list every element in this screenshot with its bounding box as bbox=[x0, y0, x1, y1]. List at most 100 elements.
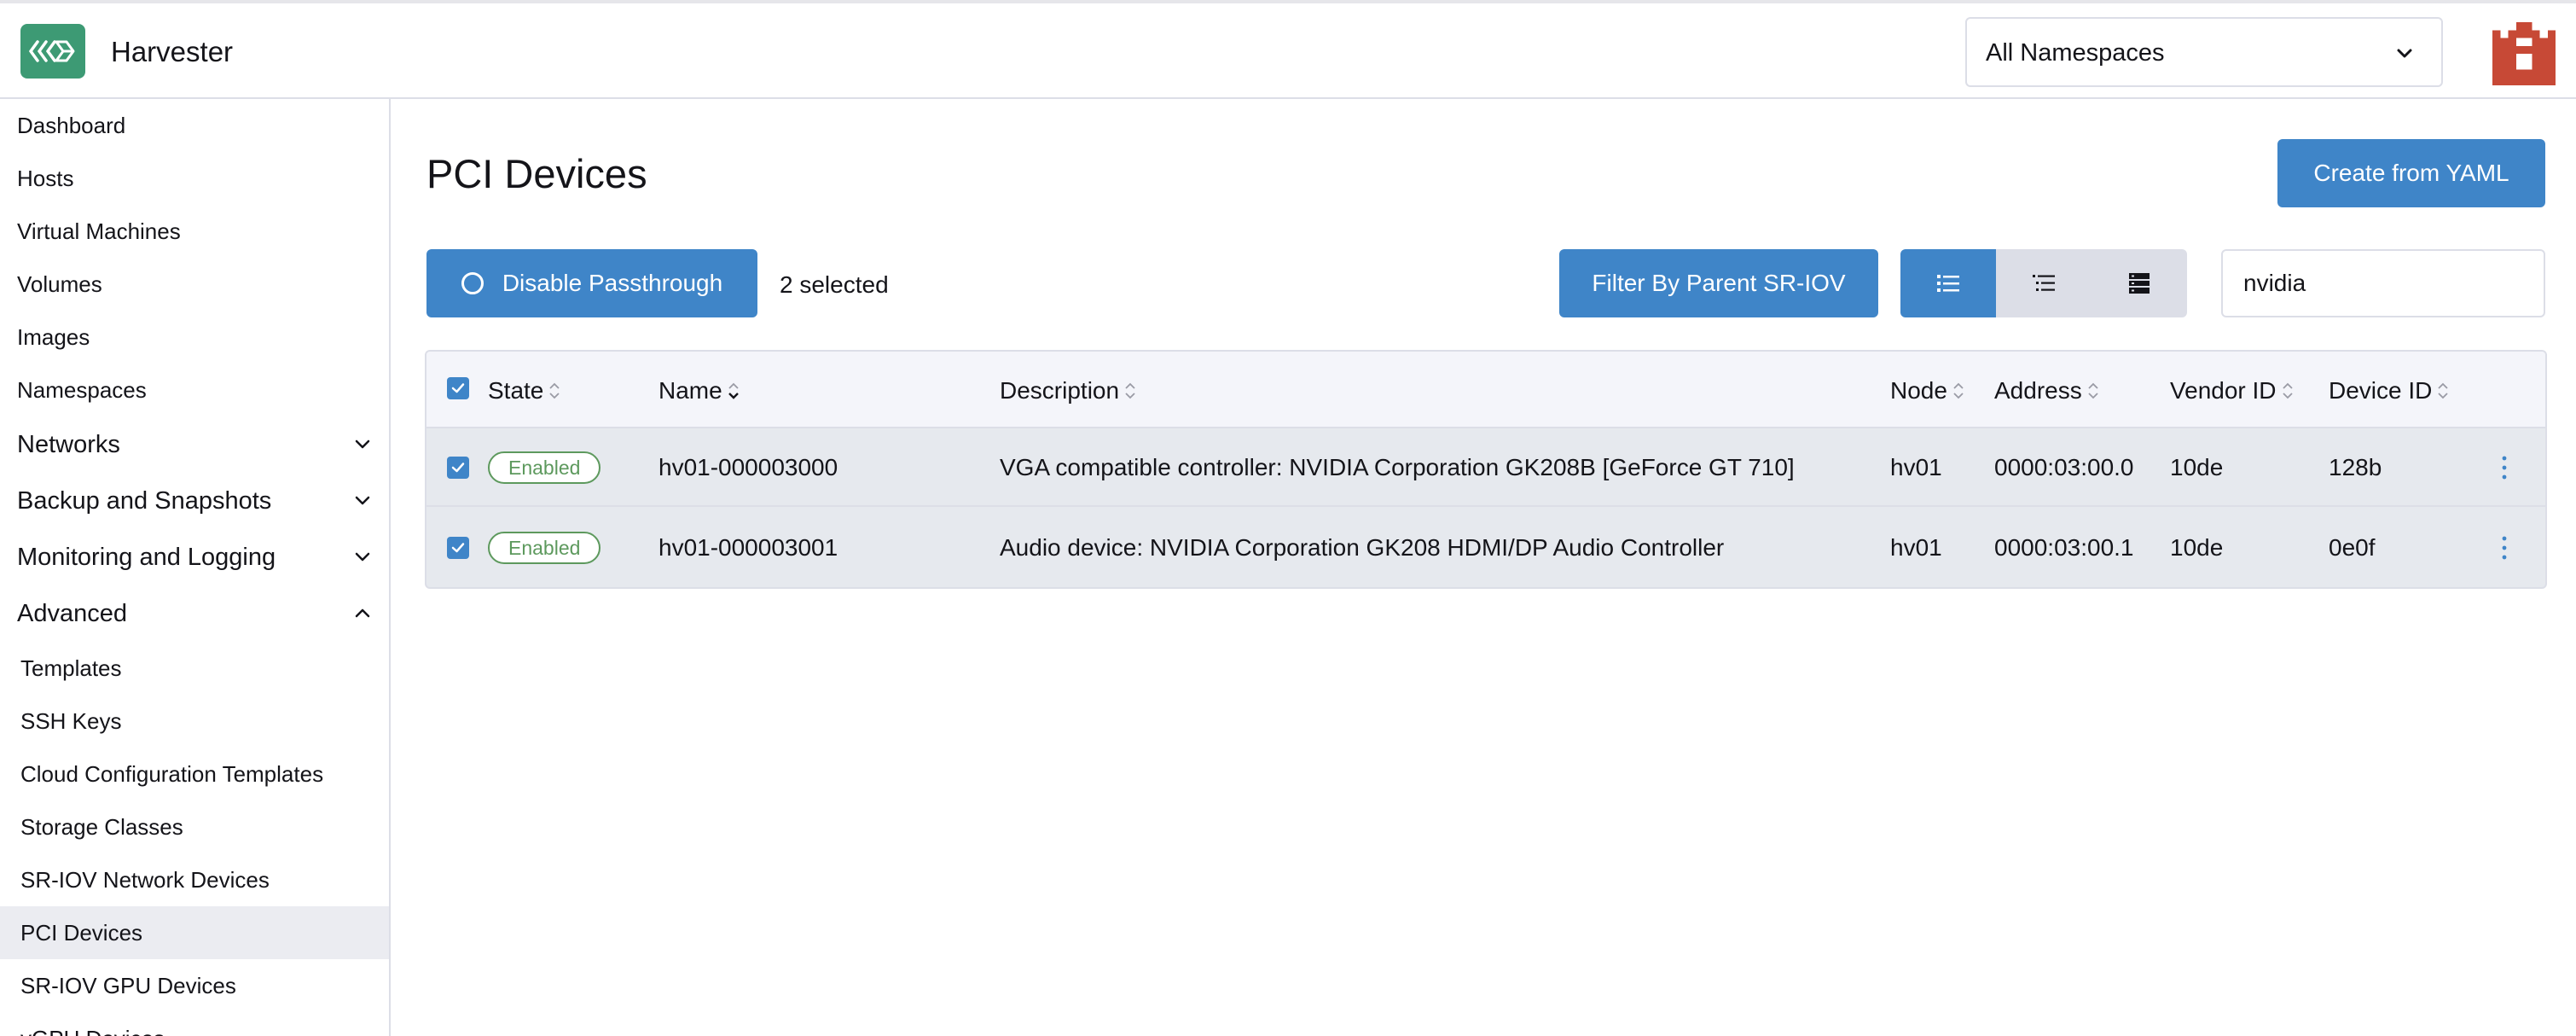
flat-list-view-button[interactable] bbox=[1900, 249, 1996, 317]
check-icon bbox=[451, 543, 465, 553]
device-name[interactable]: hv01-000003000 bbox=[659, 454, 838, 481]
selected-count: 2 selected bbox=[780, 271, 889, 298]
status-badge: Enabled bbox=[488, 532, 601, 564]
column-header-vendor-id[interactable]: Vendor ID bbox=[2170, 377, 2294, 405]
sidebar-group-label: Advanced bbox=[17, 599, 127, 627]
sidebar-item-templates[interactable]: Templates bbox=[0, 642, 389, 695]
sidebar-item-label: SR-IOV Network Devices bbox=[20, 866, 270, 893]
column-header-description[interactable]: Description bbox=[1000, 377, 1136, 405]
disable-passthrough-label: Disable Passthrough bbox=[502, 270, 723, 296]
sort-icon bbox=[1125, 382, 1135, 399]
chevron-down-icon bbox=[355, 552, 370, 562]
sidebar-item-label: PCI Devices bbox=[20, 919, 143, 946]
sort-descending-icon bbox=[728, 382, 739, 399]
device-name[interactable]: hv01-000003001 bbox=[659, 534, 838, 562]
column-header-node[interactable]: Node bbox=[1890, 377, 1964, 405]
sidebar-item-dashboard[interactable]: Dashboard bbox=[0, 99, 389, 152]
chevron-up-icon bbox=[355, 608, 370, 618]
select-all-checkbox[interactable] bbox=[447, 377, 469, 399]
sort-icon bbox=[2088, 382, 2098, 399]
namespace-select[interactable]: All Namespaces bbox=[1965, 17, 2443, 87]
top-header: Harvester All Namespaces bbox=[0, 0, 2576, 99]
row-checkbox[interactable] bbox=[447, 457, 469, 479]
sidebar-item-label: Namespaces bbox=[17, 376, 147, 403]
sidebar-group-backup-and-snapshots[interactable]: Backup and Snapshots bbox=[0, 474, 389, 527]
kebab-menu-icon[interactable] bbox=[2496, 451, 2513, 485]
namespace-select-value: All Namespaces bbox=[1986, 39, 2165, 67]
column-header-state[interactable]: State bbox=[488, 377, 560, 405]
sidebar-item-cloud-configuration-templates[interactable]: Cloud Configuration Templates bbox=[0, 748, 389, 800]
sidebar-item-sr-iov-network-devices[interactable]: SR-IOV Network Devices bbox=[0, 853, 389, 906]
sidebar-item-label: SSH Keys bbox=[20, 707, 122, 734]
sort-icon bbox=[2282, 382, 2293, 399]
sidebar-item-label: SR-IOV GPU Devices bbox=[20, 972, 236, 998]
column-header-label: Vendor ID bbox=[2170, 377, 2277, 404]
sidebar-group-advanced[interactable]: Advanced bbox=[0, 587, 389, 640]
status-badge: Enabled bbox=[488, 451, 601, 484]
page-title: PCI Devices bbox=[426, 151, 647, 196]
device-node[interactable]: hv01 bbox=[1890, 454, 1942, 481]
server-icon bbox=[2129, 273, 2150, 294]
detailed-view-button[interactable] bbox=[2092, 249, 2187, 317]
sidebar-item-volumes[interactable]: Volumes bbox=[0, 258, 389, 311]
harvester-logo-icon bbox=[29, 40, 75, 62]
list-icon bbox=[1937, 275, 1959, 292]
device-device-id: 128b bbox=[2329, 454, 2382, 480]
row-checkbox[interactable] bbox=[447, 537, 469, 559]
circle-icon bbox=[461, 272, 484, 294]
device-address: 0000:03:00.0 bbox=[1994, 454, 2134, 480]
sidebar-item-label: Dashboard bbox=[17, 112, 126, 138]
pci-devices-table: State Name Description Node Address Vend… bbox=[425, 350, 2547, 589]
sidebar-item-images[interactable]: Images bbox=[0, 311, 389, 364]
sidebar-item-ssh-keys[interactable]: SSH Keys bbox=[0, 695, 389, 748]
sidebar-group-label: Backup and Snapshots bbox=[17, 486, 272, 515]
filter-by-parent-sriov-button[interactable]: Filter By Parent SR-IOV bbox=[1559, 249, 1878, 317]
disable-passthrough-button[interactable]: Disable Passthrough bbox=[426, 249, 757, 317]
search-input[interactable] bbox=[2221, 249, 2545, 317]
device-description: VGA compatible controller: NVIDIA Corpor… bbox=[1000, 454, 1795, 480]
device-node[interactable]: hv01 bbox=[1890, 534, 1942, 562]
sidebar-item-label: Hosts bbox=[17, 165, 74, 191]
sidebar-item-label: Volumes bbox=[17, 271, 102, 297]
sidebar-item-sr-iov-gpu-devices[interactable]: SR-IOV GPU Devices bbox=[0, 959, 389, 1012]
sort-icon bbox=[2438, 382, 2449, 399]
device-vendor-id: 10de bbox=[2170, 454, 2224, 480]
device-vendor-id: 10de bbox=[2170, 534, 2224, 561]
user-avatar[interactable] bbox=[2492, 22, 2556, 85]
chevron-down-icon bbox=[2397, 49, 2412, 58]
sort-icon bbox=[549, 382, 560, 399]
sidebar-item-vgpu-devices[interactable]: vGPU Devices bbox=[0, 1012, 389, 1036]
table-row[interactable]: Enabled hv01-000003000 VGA compatible co… bbox=[426, 428, 2545, 507]
sidebar-group-networks[interactable]: Networks bbox=[0, 418, 389, 471]
column-header-device-id[interactable]: Device ID bbox=[2329, 377, 2449, 405]
sidebar-group-label: Networks bbox=[17, 430, 120, 458]
sidebar-item-pci-devices[interactable]: PCI Devices bbox=[0, 906, 389, 959]
view-mode-toggle bbox=[1900, 249, 2187, 317]
column-header-label: Name bbox=[659, 377, 722, 404]
column-header-address[interactable]: Address bbox=[1994, 377, 2099, 405]
kebab-menu-icon[interactable] bbox=[2496, 531, 2513, 565]
column-header-label: State bbox=[488, 377, 544, 404]
sidebar-item-label: Cloud Configuration Templates bbox=[20, 760, 324, 787]
sort-icon bbox=[1953, 382, 1964, 399]
sidebar-group-monitoring-and-logging[interactable]: Monitoring and Logging bbox=[0, 531, 389, 584]
sidebar-item-label: Storage Classes bbox=[20, 813, 183, 840]
chevron-down-icon bbox=[355, 496, 370, 505]
device-description: Audio device: NVIDIA Corporation GK208 H… bbox=[1000, 534, 1725, 561]
sidebar-item-namespaces[interactable]: Namespaces bbox=[0, 364, 389, 416]
column-header-name[interactable]: Name bbox=[659, 377, 740, 405]
table-row[interactable]: Enabled hv01-000003001 Audio device: NVI… bbox=[426, 509, 2545, 587]
column-header-label: Node bbox=[1890, 377, 1947, 404]
sidebar-item-label: Virtual Machines bbox=[17, 218, 181, 244]
sidebar-item-label: Images bbox=[17, 323, 90, 350]
sidebar: Dashboard Hosts Virtual Machines Volumes… bbox=[0, 99, 391, 1036]
sidebar-item-virtual-machines[interactable]: Virtual Machines bbox=[0, 205, 389, 258]
sidebar-item-hosts[interactable]: Hosts bbox=[0, 152, 389, 205]
column-header-label: Address bbox=[1994, 377, 2082, 404]
device-address: 0000:03:00.1 bbox=[1994, 534, 2134, 561]
device-device-id: 0e0f bbox=[2329, 534, 2376, 561]
grouped-list-view-button[interactable] bbox=[1996, 249, 2092, 317]
harvester-logo[interactable] bbox=[20, 24, 85, 79]
create-from-yaml-button[interactable]: Create from YAML bbox=[2277, 139, 2545, 207]
sidebar-item-storage-classes[interactable]: Storage Classes bbox=[0, 800, 389, 853]
